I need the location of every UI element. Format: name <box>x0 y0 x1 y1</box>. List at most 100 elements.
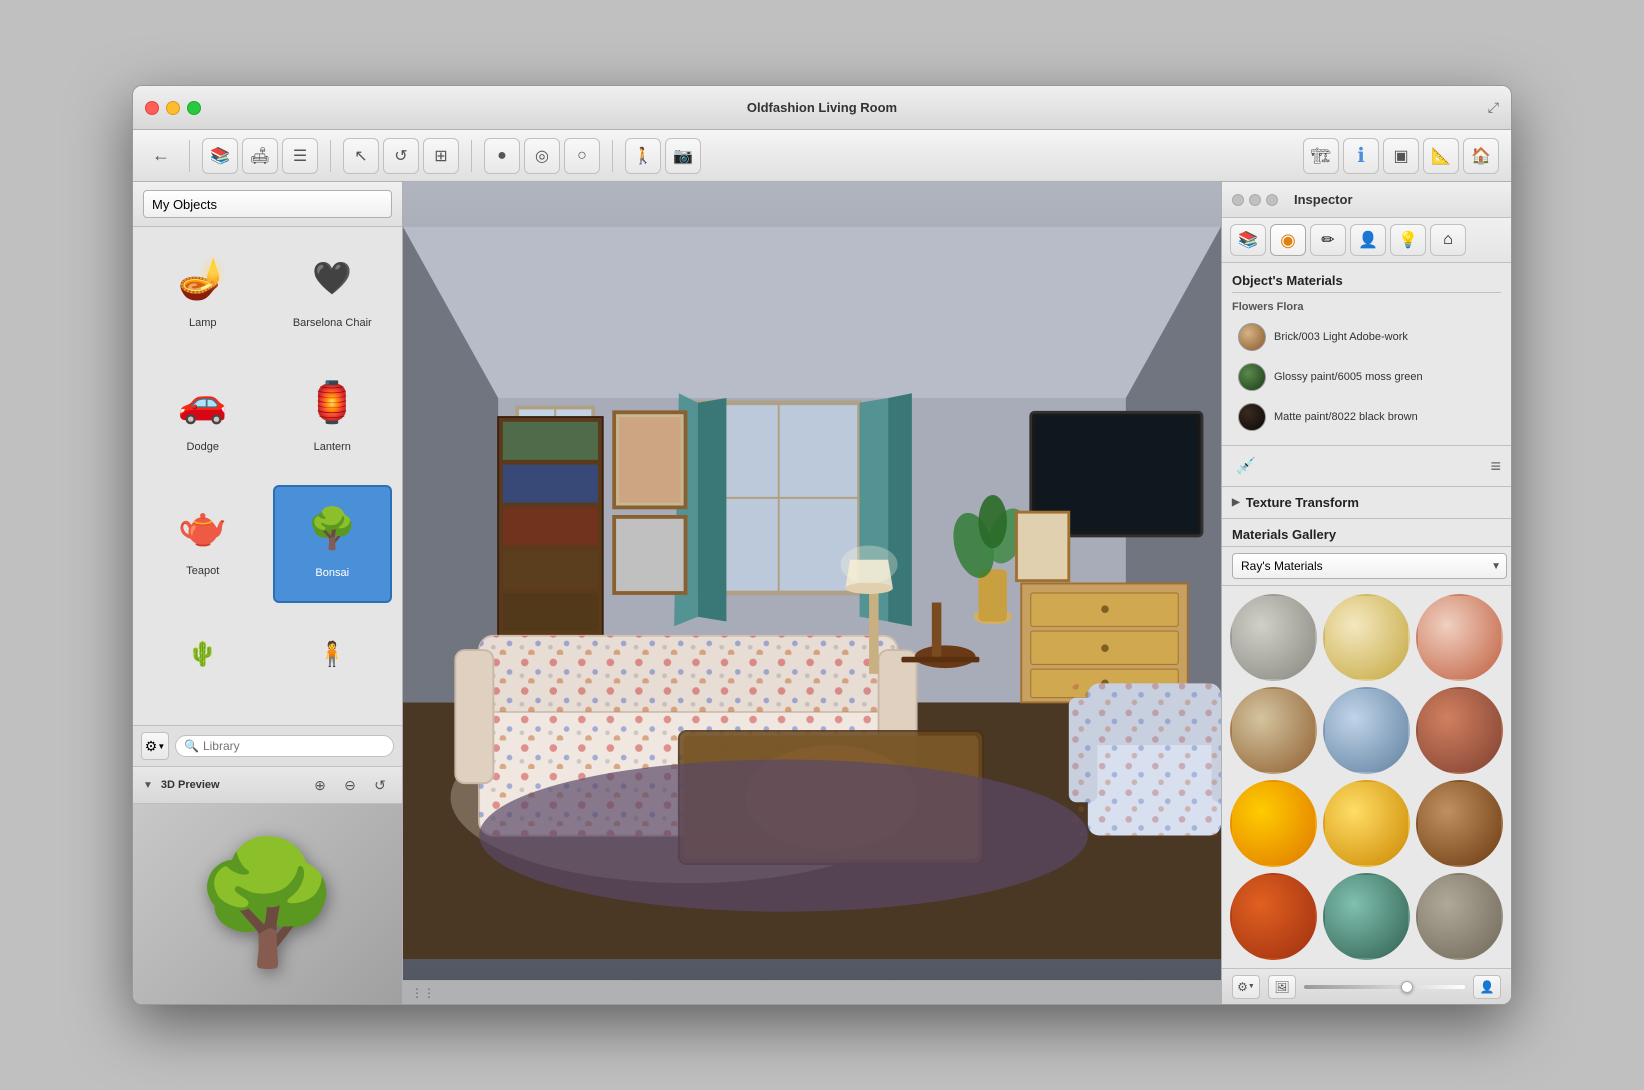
object-misc1[interactable]: 🌵 <box>143 613 263 715</box>
dropper-button[interactable]: 💉 <box>1232 452 1260 480</box>
rotate-preview-icon: ↺ <box>374 777 386 794</box>
glossy-label: Glossy paint/6005 moss green <box>1274 370 1423 384</box>
rotate-tool[interactable]: ↺ <box>383 138 419 174</box>
object-lantern[interactable]: 🏮 Lantern <box>273 361 393 475</box>
gallery-item-orange[interactable] <box>1230 780 1317 867</box>
info-button[interactable]: ℹ <box>1343 138 1379 174</box>
minimize-button[interactable] <box>166 101 180 115</box>
glossy-swatch <box>1238 363 1266 391</box>
settings-button[interactable]: ⚙ ▼ <box>141 732 169 760</box>
camera-icon: 📷 <box>673 146 693 166</box>
tab-person[interactable]: 👤 <box>1350 224 1386 256</box>
info-icon: ℹ <box>1357 143 1365 168</box>
maximize-button[interactable] <box>187 101 201 115</box>
toggle-arrow-icon: ▶ <box>1232 497 1240 508</box>
rotate-preview-button[interactable]: ↺ <box>368 773 392 797</box>
circle-fill-tool[interactable]: ● <box>484 138 520 174</box>
back-button[interactable]: ← <box>145 140 177 172</box>
gallery-item-gray-floral[interactable] <box>1230 594 1317 681</box>
gallery-item-tan-pattern[interactable] <box>1230 687 1317 774</box>
tab-sphere-icon: ◉ <box>1280 230 1296 251</box>
home-button[interactable]: 🏠 <box>1463 138 1499 174</box>
inspector-settings-button[interactable]: ⚙ ▼ <box>1232 975 1260 999</box>
material-item-brick[interactable]: Brick/003 Light Adobe-work <box>1232 319 1501 355</box>
object-button[interactable]: 🛋 <box>242 138 278 174</box>
bonsai-3d-preview: 🌳 <box>193 834 342 974</box>
more-menu-button[interactable]: ≡ <box>1490 456 1501 477</box>
circle-dot-tool[interactable]: ○ <box>564 138 600 174</box>
window-title: Oldfashion Living Room <box>747 100 897 115</box>
view-buttons: 📚 🛋 ☰ <box>202 138 318 174</box>
zoom-out-button[interactable]: ⊖ <box>338 773 362 797</box>
zoom-in-button[interactable]: ⊕ <box>308 773 332 797</box>
materials-list: Brick/003 Light Adobe-work Glossy paint/… <box>1232 319 1501 435</box>
brick-swatch <box>1238 323 1266 351</box>
tab-pencil[interactable]: ✏ <box>1310 224 1346 256</box>
left-panel: My Objects All Objects Favorites 🪔 Lamp … <box>133 182 403 1004</box>
close-button[interactable] <box>145 101 159 115</box>
chair-icon: 🛋 <box>250 146 270 166</box>
list-button[interactable]: ☰ <box>282 138 318 174</box>
gallery-item-teal-fabric[interactable] <box>1323 873 1410 960</box>
gallery-item-red-floral[interactable] <box>1416 594 1503 681</box>
furniture-tool[interactable]: 🏗 <box>1303 138 1339 174</box>
walk-tool[interactable]: 🚶 <box>625 138 661 174</box>
gallery-item-blue-argyle[interactable] <box>1323 687 1410 774</box>
window-view-button[interactable]: ▣ <box>1383 138 1419 174</box>
lantern-thumbnail: 🏮 <box>292 367 372 437</box>
viewport-statusbar: ⋮⋮ <box>403 980 1221 1004</box>
teapot-thumbnail: 🫖 <box>163 491 243 561</box>
gallery-item-light-orange[interactable] <box>1323 780 1410 867</box>
objects-dropdown[interactable]: My Objects All Objects Favorites <box>143 190 392 218</box>
transform-tool[interactable]: ⊞ <box>423 138 459 174</box>
separator-3 <box>471 140 472 172</box>
traffic-lights <box>145 101 201 115</box>
inspector-person-button[interactable]: 👤 <box>1473 975 1501 999</box>
gallery-dropdown[interactable]: Ray's Materials Standard Materials Custo… <box>1232 553 1507 579</box>
tab-sphere[interactable]: ◉ <box>1270 224 1306 256</box>
object-misc2[interactable]: 🧍 <box>273 613 393 715</box>
inspector-dot-2[interactable] <box>1249 194 1261 206</box>
gallery-item-wood-brown[interactable] <box>1416 780 1503 867</box>
inspector-dot-3[interactable] <box>1266 194 1278 206</box>
tool-buttons: ↖ ↺ ⊞ <box>343 138 459 174</box>
tab-library[interactable]: 📚 <box>1230 224 1266 256</box>
object-barselona-chair[interactable]: 🖤 Barselona Chair <box>273 237 393 351</box>
inspector-dot-1[interactable] <box>1232 194 1244 206</box>
inspector-settings-icon: ⚙ <box>1237 980 1248 994</box>
circle-outline-tool[interactable]: ◎ <box>524 138 560 174</box>
texture-transform-toggle[interactable]: ▶ Texture Transform <box>1232 495 1501 510</box>
gallery-item-rust-texture[interactable] <box>1416 687 1503 774</box>
zoom-out-icon: ⊖ <box>344 777 356 794</box>
brick-label: Brick/003 Light Adobe-work <box>1274 330 1408 344</box>
camera-tool[interactable]: 📷 <box>665 138 701 174</box>
library-button[interactable]: 📚 <box>202 138 238 174</box>
object-bonsai[interactable]: 🌳 Bonsai <box>273 485 393 603</box>
floorplan-button[interactable]: 📐 <box>1423 138 1459 174</box>
teapot-label: Teapot <box>186 565 219 577</box>
tab-bulb-icon: 💡 <box>1398 230 1418 250</box>
gallery-item-stone-gray[interactable] <box>1416 873 1503 960</box>
resize-icon[interactable]: ⤢ <box>1488 99 1499 115</box>
flowers-flora-header: Flowers Flora <box>1232 301 1501 313</box>
object-teapot[interactable]: 🫖 Teapot <box>143 485 263 603</box>
gallery-item-yellow-floral[interactable] <box>1323 594 1410 681</box>
inspector-image-button[interactable]: 🖼 <box>1268 975 1296 999</box>
material-item-matte[interactable]: Matte paint/8022 black brown <box>1232 399 1501 435</box>
material-item-glossy[interactable]: Glossy paint/6005 moss green <box>1232 359 1501 395</box>
barselona-label: Barselona Chair <box>293 317 372 329</box>
texture-transform-label: Texture Transform <box>1246 495 1359 510</box>
gallery-item-dark-orange[interactable] <box>1230 873 1317 960</box>
arrow-tool[interactable]: ↖ <box>343 138 379 174</box>
bonsai-label: Bonsai <box>315 567 349 579</box>
preview-collapse-icon[interactable]: ▼ <box>143 780 153 791</box>
circle-fill-icon: ● <box>497 147 507 165</box>
inspector-slider[interactable] <box>1304 985 1465 989</box>
tab-house[interactable]: ⌂ <box>1430 224 1466 256</box>
object-lamp[interactable]: 🪔 Lamp <box>143 237 263 351</box>
search-input[interactable] <box>203 739 385 753</box>
inspector-title: Inspector <box>1294 192 1353 207</box>
tab-bulb[interactable]: 💡 <box>1390 224 1426 256</box>
misc1-thumbnail: 🌵 <box>163 619 243 689</box>
object-dodge[interactable]: 🚗 Dodge <box>143 361 263 475</box>
